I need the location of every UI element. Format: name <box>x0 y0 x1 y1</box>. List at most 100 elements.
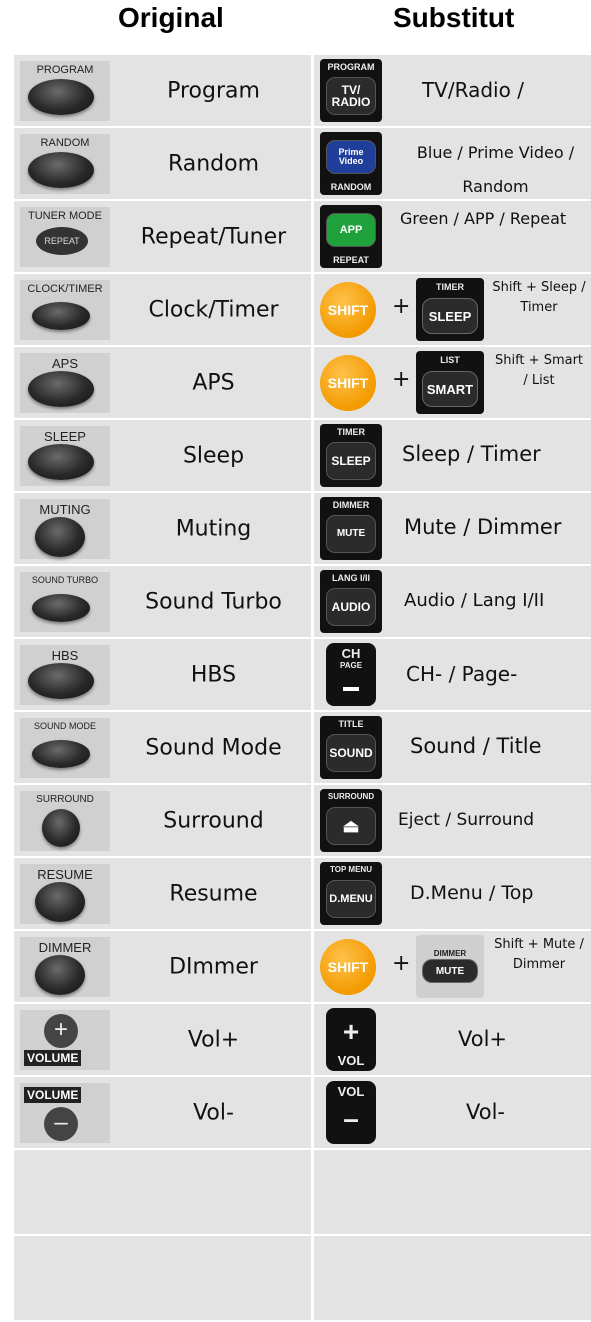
audio-button-image: LANG I/II AUDIO <box>320 570 382 633</box>
shift-button-icon: SHIFT <box>320 939 376 995</box>
button-tag: TITLE <box>338 719 364 729</box>
empty-cell <box>14 1150 311 1234</box>
button-face: D.MENU <box>326 880 376 918</box>
substitute-label: Shift + Sleep / Timer <box>492 280 586 315</box>
table-row: VOLUME – Vol- VOL – Vol- <box>14 1077 591 1148</box>
table-row: SURROUND Surround SURROUND ⏏ Eject / Surr… <box>14 785 591 856</box>
prime-video-button-image: Prime Video RANDOM <box>320 132 382 195</box>
smart-button-image: LIST SMART <box>416 351 484 414</box>
original-label: Resume <box>169 881 258 906</box>
original-cell: SURROUND Surround <box>14 785 311 856</box>
original-label: Program <box>167 78 260 103</box>
original-label: Vol- <box>193 1100 234 1125</box>
plus-sign: + <box>392 294 411 319</box>
minus-icon <box>343 687 359 691</box>
button-tag: REPEAT <box>333 255 369 265</box>
shift-button-icon: SHIFT <box>320 282 376 338</box>
original-cell: CLOCK/TIMER Clock/Timer <box>14 274 311 345</box>
original-cell: TUNER MODE REPEAT Repeat/Tuner <box>14 201 311 272</box>
original-cell: HBS HBS <box>14 639 311 710</box>
original-cell: APS APS <box>14 347 311 418</box>
table-row: DIMMER DImmer SHIFT + DIMMER MUTE Shift +… <box>14 931 591 1002</box>
original-label: Muting <box>175 516 252 541</box>
original-label: APS <box>192 370 235 395</box>
substitute-label: TV/Radio / <box>422 78 524 102</box>
button-tag: HBS <box>51 648 79 663</box>
table-row: SOUND TURBO Sound Turbo LANG I/II AUDIO A… <box>14 566 591 637</box>
substitute-cell: SURROUND ⏏ Eject / Surround <box>314 785 591 856</box>
header-original: Original <box>118 2 224 33</box>
empty-cell <box>314 1236 591 1320</box>
original-label: Clock/Timer <box>148 297 279 322</box>
original-label: Sound Mode <box>145 735 282 760</box>
original-cell: MUTING Muting <box>14 493 311 564</box>
substitute-label: Sleep / Timer <box>402 442 541 466</box>
table-row: SLEEP Sleep TIMER SLEEP Sleep / Timer <box>14 420 591 491</box>
button-tag: SURROUND <box>327 792 375 801</box>
ch-page-button-image: CH PAGE <box>326 643 376 706</box>
substitute-cell: CH PAGE CH- / Page- <box>314 639 591 710</box>
button-tag: TOP MENU <box>330 865 372 874</box>
substitute-label: Audio / Lang I/II <box>404 590 545 611</box>
original-label: HBS <box>190 662 237 687</box>
button-tag: LIST <box>440 355 460 365</box>
table-row: + VOLUME Vol+ + VOL Vol+ <box>14 1004 591 1075</box>
tv-radio-button-image: PROGRAM TV/ RADIO <box>320 59 382 122</box>
empty-cell <box>14 1236 311 1320</box>
substitute-label: CH- / Page- <box>406 662 518 686</box>
mute-button-image: DIMMER MUTE <box>416 935 484 998</box>
button-tag: CLOCK/TIMER <box>27 283 103 295</box>
button-tag: CH <box>341 646 361 661</box>
vol-up-button-image: + VOL <box>326 1008 376 1071</box>
vol-down-button-image: VOL – <box>326 1081 376 1144</box>
original-cell: RESUME Resume <box>14 858 311 929</box>
button-tag: RANDOM <box>40 137 90 149</box>
button-tag: DIMMER <box>38 940 92 955</box>
button-tag: PROGRAM <box>36 64 94 76</box>
button-tag: DIMMER <box>332 500 370 510</box>
table-row: CLOCK/TIMER Clock/Timer SHIFT + TIMER SLE… <box>14 274 591 345</box>
substitute-cell: Prime Video RANDOM Blue / Prime Video / R… <box>314 128 591 199</box>
substitute-label: Mute / Dimmer <box>404 515 562 539</box>
original-label: Sound Turbo <box>145 589 282 614</box>
empty-row <box>14 1150 591 1234</box>
original-cell: PROGRAM Program <box>14 55 311 126</box>
button-tag: TIMER <box>436 282 464 292</box>
original-label: Sleep <box>182 443 245 468</box>
plus-icon: + <box>342 1016 360 1047</box>
button-tag: VOL <box>337 1084 365 1099</box>
button-tag: APS <box>51 356 78 371</box>
app-button-image: APP REPEAT <box>320 205 382 268</box>
button-tag: DIMMER <box>433 949 467 958</box>
empty-row <box>14 1236 591 1320</box>
button-tag: SURROUND <box>36 794 94 805</box>
plus-sign: + <box>392 951 411 976</box>
substitute-cell: APP REPEAT Green / APP / Repeat <box>314 201 591 272</box>
substitute-cell: VOL – Vol- <box>314 1077 591 1148</box>
button-face: Prime Video <box>326 140 376 174</box>
substitute-label: Eject / Surround <box>398 810 535 830</box>
mapping-table: PROGRAM Program PROGRAM TV/ RADIO TV/Radi… <box>14 55 591 1322</box>
button-tag: VOLUME <box>24 1050 82 1066</box>
original-cell: SOUND TURBO Sound Turbo <box>14 566 311 637</box>
substitute-cell: SHIFT + DIMMER MUTE Shift + Mute / Dimmer <box>314 931 591 1002</box>
button-face: APP <box>326 213 376 247</box>
substitute-cell: + VOL Vol+ <box>314 1004 591 1075</box>
table-row: TUNER MODE REPEAT Repeat/Tuner APP REPEAT … <box>14 201 591 272</box>
plus-sign: + <box>392 367 411 392</box>
button-tag: SOUND MODE <box>33 721 96 731</box>
substitute-label: Vol+ <box>458 1027 508 1051</box>
minus-icon: – <box>343 1103 359 1134</box>
shift-button-icon: SHIFT <box>320 355 376 411</box>
original-cell: RANDOM Random <box>14 128 311 199</box>
button-face: AUDIO <box>326 588 376 626</box>
button-tag: SLEEP <box>44 429 86 444</box>
button-tag: PROGRAM <box>327 62 375 72</box>
eject-button-image: SURROUND ⏏ <box>320 789 382 852</box>
empty-cell <box>314 1150 591 1234</box>
table-row: SOUND MODE Sound Mode TITLE SOUND Sound /… <box>14 712 591 783</box>
original-cell: VOLUME – Vol- <box>14 1077 311 1148</box>
substitute-label: Green / APP / Repeat <box>400 209 567 228</box>
substitute-label: Shift + Mute / Dimmer <box>494 937 584 972</box>
button-tag: LANG I/II <box>332 573 370 583</box>
